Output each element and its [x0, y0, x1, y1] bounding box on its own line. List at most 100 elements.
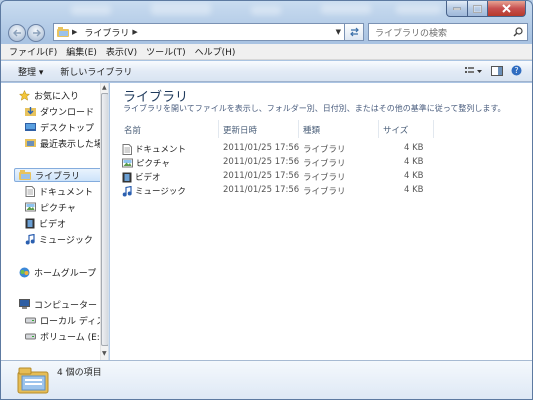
maximize-icon [473, 4, 482, 13]
breadcrumb-separator-icon[interactable]: ▶ [132, 28, 137, 36]
row-size: 4 KB [404, 143, 424, 153]
table-row[interactable]: ミュージック 2011/01/25 17:56 ライブラリ 4 KB [122, 185, 452, 198]
library-folder-icon [57, 27, 69, 37]
row-type: ライブラリ [303, 145, 346, 155]
nav-recent-places[interactable]: 最近表示した場所 [25, 136, 108, 150]
drive-icon [25, 333, 36, 339]
row-name: ピクチャ [136, 159, 170, 169]
column-divider[interactable] [433, 120, 434, 138]
menu-edit[interactable]: 編集(E) [66, 45, 97, 58]
forward-button[interactable] [27, 24, 45, 42]
navigation-pane: お気に入り ダウンロード デスクトップ 最近表示した場所 ライブラリ ドキュメン… [1, 83, 109, 360]
change-view-icon[interactable] [465, 66, 483, 76]
music-library-icon [122, 185, 132, 196]
nav-volume-e[interactable]: ボリューム (E:) [25, 329, 103, 343]
forward-arrow-icon [32, 29, 41, 37]
column-divider[interactable] [218, 120, 219, 138]
minimize-icon [453, 7, 461, 10]
documents-icon [25, 185, 35, 197]
pictures-icon [25, 202, 36, 212]
computer-icon [19, 298, 30, 309]
maximize-button[interactable] [468, 1, 488, 17]
column-header-size[interactable]: サイズ [383, 123, 408, 137]
close-button[interactable] [488, 1, 526, 17]
music-icon [25, 233, 35, 244]
nav-computer[interactable]: コンピューター [19, 297, 97, 311]
menu-bar: ファイル(F) 編集(E) 表示(V) ツール(T) ヘルプ(H) [1, 44, 532, 60]
back-arrow-icon [12, 29, 21, 37]
refresh-button[interactable] [345, 23, 364, 41]
row-type: ライブラリ [303, 173, 346, 183]
downloads-folder-icon [25, 106, 36, 116]
nav-homegroup[interactable]: ホームグループ [19, 265, 96, 279]
nav-documents[interactable]: ドキュメント [25, 184, 93, 198]
scrollbar-thumb[interactable] [101, 93, 108, 346]
breadcrumb-libraries[interactable]: ライブラリ [84, 26, 129, 39]
nav-libraries[interactable]: ライブラリ [14, 168, 108, 182]
row-date: 2011/01/25 17:56 [223, 157, 300, 167]
minimize-button[interactable] [446, 1, 468, 17]
nav-local-disk[interactable]: ローカル ディスク [25, 313, 108, 327]
nav-videos[interactable]: ビデオ [25, 216, 66, 230]
help-icon[interactable]: ? [511, 65, 522, 76]
refresh-icon [349, 27, 359, 37]
nav-scrollbar[interactable]: ▲ ▼ [100, 83, 108, 360]
pictures-library-icon [122, 158, 133, 168]
menu-view[interactable]: 表示(V) [106, 45, 137, 58]
address-bar[interactable]: ▶ ライブラリ ▶ ▼ [53, 23, 345, 41]
table-row[interactable]: ピクチャ 2011/01/25 17:56 ライブラリ 4 KB [122, 157, 452, 170]
libraries-icon [19, 170, 31, 180]
row-date: 2011/01/25 17:56 [223, 143, 300, 153]
menu-file[interactable]: ファイル(F) [9, 45, 57, 58]
scroll-up-icon[interactable]: ▲ [102, 84, 107, 91]
column-header-name[interactable]: 名前 [124, 123, 141, 137]
desktop-icon [25, 123, 36, 131]
library-description: ライブラリを開いてファイルを表示し、フォルダー別、日付別、またはその他の基準に従… [123, 104, 506, 113]
column-header-type[interactable]: 種類 [303, 123, 320, 137]
column-divider[interactable] [298, 120, 299, 138]
menu-help[interactable]: ヘルプ(H) [195, 45, 236, 58]
back-button[interactable] [8, 24, 26, 42]
address-dropdown-icon[interactable]: ▼ [336, 28, 341, 36]
nav-favorites[interactable]: お気に入り [19, 88, 79, 102]
nav-music[interactable]: ミュージック [25, 232, 93, 246]
favorites-star-icon [19, 89, 30, 101]
nav-pictures[interactable]: ピクチャ [25, 200, 76, 214]
recent-places-icon [25, 139, 36, 147]
table-row[interactable]: ビデオ 2011/01/25 17:56 ライブラリ 4 KB [122, 171, 452, 184]
new-library-button[interactable]: 新しいライブラリ [60, 65, 132, 78]
nav-desktop[interactable]: デスクトップ [25, 120, 94, 134]
view-controls: ? [465, 65, 522, 76]
preview-pane-icon[interactable] [491, 65, 503, 76]
row-name: ミュージック [135, 187, 186, 197]
file-list-pane: ライブラリ ライブラリを開いてファイルを表示し、フォルダー別、日付別、またはその… [110, 83, 532, 360]
column-divider[interactable] [378, 120, 379, 138]
table-row[interactable]: ドキュメント 2011/01/25 17:56 ライブラリ 4 KB [122, 143, 452, 156]
scroll-down-icon[interactable]: ▼ [102, 350, 107, 357]
search-placeholder: ライブラリの検索 [375, 28, 448, 39]
row-size: 4 KB [404, 185, 424, 195]
hard-disk-icon [25, 317, 36, 323]
row-name: ドキュメント [135, 145, 187, 155]
column-header-date[interactable]: 更新日時 [223, 123, 257, 137]
organize-button[interactable]: 整理 ▾ [18, 65, 43, 78]
search-box[interactable]: ライブラリの検索 [368, 23, 528, 41]
search-icon[interactable] [513, 27, 523, 37]
item-count: 4 個の項目 [57, 368, 102, 378]
row-size: 4 KB [404, 157, 424, 167]
row-type: ライブラリ [303, 187, 346, 197]
row-name: ビデオ [135, 173, 161, 183]
caption-buttons [446, 1, 526, 17]
command-bar: 整理 ▾ 新しいライブラリ ? [1, 61, 532, 82]
menu-tools[interactable]: ツール(T) [146, 45, 186, 58]
nav-downloads[interactable]: ダウンロード [25, 104, 94, 118]
row-type: ライブラリ [303, 159, 346, 169]
row-size: 4 KB [404, 171, 424, 181]
videos-library-icon [122, 172, 132, 182]
homegroup-icon [19, 267, 30, 277]
documents-library-icon [122, 143, 132, 155]
close-icon [502, 4, 511, 13]
details-pane: 4 個の項目 [1, 360, 532, 399]
breadcrumb-separator-icon[interactable]: ▶ [72, 28, 77, 36]
explorer-window: ▶ ライブラリ ▶ ▼ ライブラリの検索 ファイル(F) 編集(E) 表示(V)… [0, 0, 533, 400]
